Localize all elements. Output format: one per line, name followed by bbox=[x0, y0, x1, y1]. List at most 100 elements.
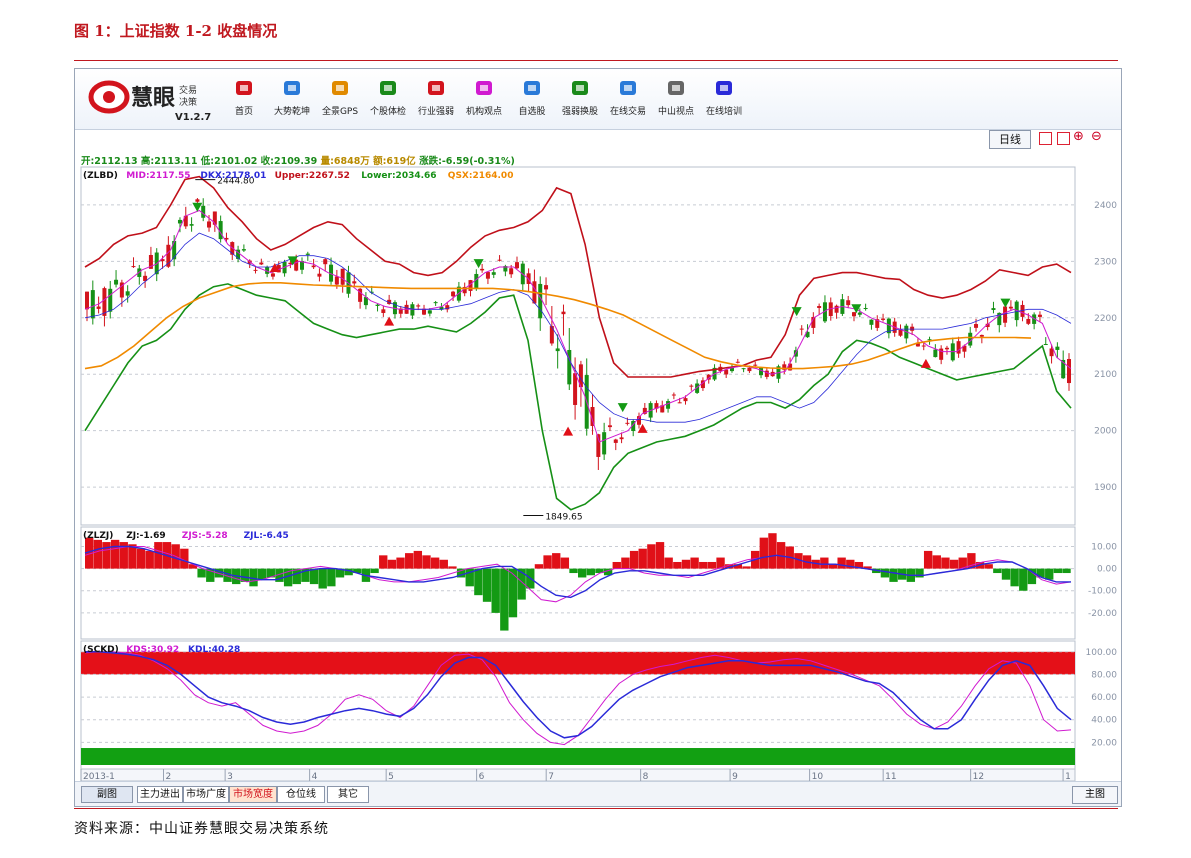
candle-body bbox=[677, 402, 682, 404]
logo-sub2: 决策 bbox=[179, 96, 197, 108]
candle-body bbox=[921, 345, 926, 347]
toolbar-item-8[interactable]: 在线交易 bbox=[603, 77, 653, 123]
annotation-label: 1849.65 bbox=[545, 513, 582, 523]
candle-body bbox=[410, 304, 415, 316]
checkup-icon bbox=[380, 81, 396, 95]
tab-5[interactable]: 其它 bbox=[327, 786, 369, 803]
toolbar-label: 个股体检 bbox=[369, 107, 406, 117]
flow-bar bbox=[379, 555, 388, 569]
flow-bar bbox=[820, 557, 829, 569]
candle-body bbox=[172, 240, 177, 260]
flow-bar bbox=[647, 544, 656, 569]
flow-bar bbox=[491, 568, 500, 613]
flow-bar bbox=[534, 564, 544, 569]
candle-body bbox=[834, 305, 839, 313]
flow-bar bbox=[93, 539, 102, 569]
candle-body bbox=[317, 273, 322, 277]
y-tick-label: 80.00 bbox=[1091, 670, 1117, 680]
candle-body bbox=[253, 269, 258, 271]
candle-body bbox=[491, 272, 496, 275]
candle-body bbox=[207, 221, 212, 228]
y-tick-label: 60.00 bbox=[1091, 693, 1117, 703]
toolbar-item-5[interactable]: 机构观点 bbox=[459, 77, 509, 123]
toolbar-item-6[interactable]: 自选股 bbox=[507, 77, 557, 123]
toolbar-item-3[interactable]: 个股体检 bbox=[363, 77, 413, 123]
candle-body bbox=[1055, 346, 1060, 350]
candle-body bbox=[991, 308, 996, 310]
tab-4[interactable]: 仓位线 bbox=[277, 786, 325, 803]
zoom-in-icon[interactable]: ⊕ bbox=[1073, 129, 1084, 144]
toolbar-item-10[interactable]: 在线培训 bbox=[699, 77, 749, 123]
flow-bar bbox=[552, 553, 561, 569]
flow-bar bbox=[1010, 568, 1019, 587]
flow-bar bbox=[949, 559, 959, 569]
figure-title: 图 1：上证指数 1-2 收盘情况 bbox=[74, 22, 278, 40]
flow-bar bbox=[370, 568, 379, 574]
zoom-out-icon[interactable]: ⊖ bbox=[1091, 129, 1102, 144]
candle-body bbox=[549, 326, 554, 344]
toolbar-item-0[interactable]: 首页 bbox=[219, 77, 269, 123]
flow-bar bbox=[655, 542, 665, 569]
toolbar-item-2[interactable]: 全景GPS bbox=[315, 77, 365, 123]
candle-body bbox=[131, 266, 136, 268]
candle-body bbox=[90, 290, 95, 319]
flow-bar bbox=[136, 548, 146, 569]
period-button[interactable]: 日线 bbox=[989, 130, 1031, 149]
signal-marker bbox=[1000, 298, 1011, 308]
candle-body bbox=[381, 309, 386, 314]
toolbar-label: 自选股 bbox=[518, 107, 546, 117]
candle-body bbox=[735, 361, 740, 363]
flow-bar bbox=[396, 557, 405, 569]
candle-body bbox=[974, 324, 979, 328]
flow-bar bbox=[405, 553, 414, 569]
candle-body bbox=[1067, 359, 1071, 384]
candle-body bbox=[613, 439, 618, 443]
y-tick-label: -10.00 bbox=[1088, 587, 1117, 597]
candle-body bbox=[334, 276, 339, 285]
flow-bar bbox=[768, 533, 777, 569]
flow-bar bbox=[880, 568, 890, 578]
tab-1[interactable]: 主力进出 bbox=[137, 786, 183, 803]
candle-body bbox=[323, 259, 328, 265]
tab-2[interactable]: 市场广度 bbox=[183, 786, 229, 803]
indicator-label: (ZLZJ) bbox=[83, 531, 113, 541]
bottom-rule bbox=[74, 808, 1118, 809]
logo: 慧眼 交易 决策 V1.2.7 bbox=[87, 75, 237, 123]
tab-0[interactable]: 副图 bbox=[81, 786, 133, 803]
home-icon bbox=[236, 81, 252, 95]
candle-body bbox=[480, 268, 485, 271]
toolbar-item-4[interactable]: 行业强弱 bbox=[411, 77, 461, 123]
main-chart-button[interactable]: 主图 bbox=[1072, 786, 1118, 804]
version-label: V1.2.7 bbox=[175, 112, 211, 123]
candle-body bbox=[212, 211, 217, 225]
candle-body bbox=[305, 253, 310, 255]
candle-body bbox=[85, 291, 89, 310]
flow-bar bbox=[257, 568, 267, 580]
flow-bar bbox=[1053, 568, 1063, 574]
y-tick-label: 2000 bbox=[1094, 427, 1117, 437]
toolbar-label: 大势乾坤 bbox=[273, 107, 310, 117]
indicator-label: Upper:2267.52 bbox=[275, 171, 350, 181]
box-icon bbox=[524, 81, 540, 95]
y-tick-label: 2100 bbox=[1094, 370, 1117, 380]
flow-bar bbox=[197, 568, 206, 578]
magnifier-doc-icon bbox=[284, 81, 300, 95]
toolbar-item-7[interactable]: 强弱换股 bbox=[555, 77, 605, 123]
tab-3[interactable]: 市场宽度 bbox=[229, 786, 277, 803]
flow-bar bbox=[145, 550, 154, 569]
indicator-label: (SCKD) bbox=[83, 645, 119, 655]
list-view-icon[interactable] bbox=[1039, 132, 1052, 145]
candle-body bbox=[852, 312, 857, 317]
flow-bar bbox=[742, 566, 751, 569]
flow-bar bbox=[1062, 568, 1071, 574]
toolbar-label: 中山视点 bbox=[657, 107, 694, 117]
candle-body bbox=[270, 273, 275, 277]
toolbar-item-1[interactable]: 大势乾坤 bbox=[267, 77, 317, 123]
candle-body bbox=[177, 219, 182, 224]
flow-bar bbox=[448, 566, 457, 569]
flow-bar bbox=[941, 557, 950, 569]
toolbar-item-9[interactable]: 中山视点 bbox=[651, 77, 701, 123]
panel-frame-1 bbox=[80, 526, 1076, 640]
edit-view-icon[interactable] bbox=[1057, 132, 1070, 145]
flow-bar bbox=[508, 568, 518, 618]
